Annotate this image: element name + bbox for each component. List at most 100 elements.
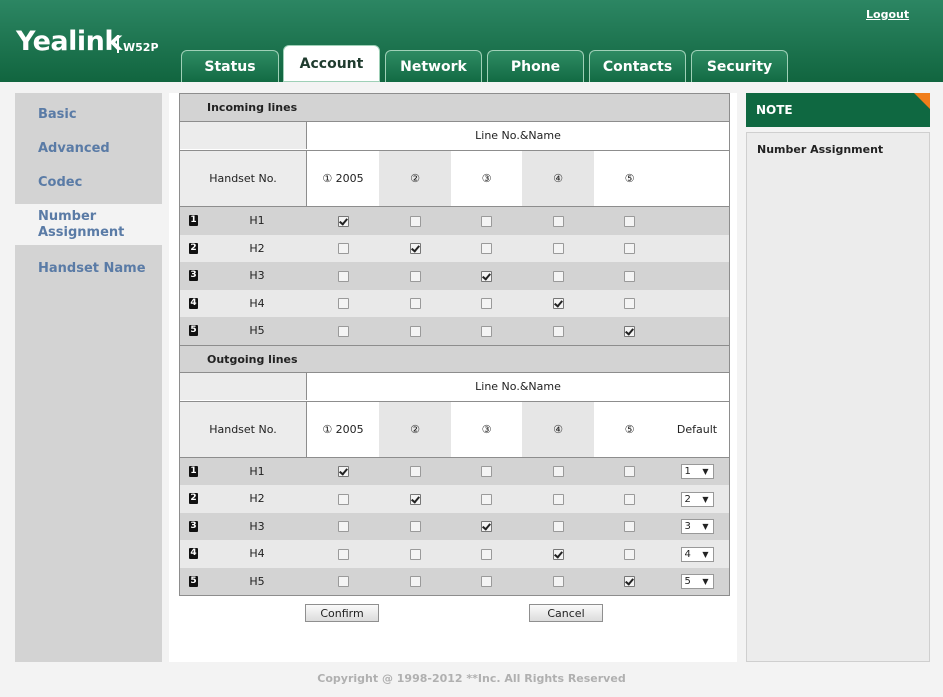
checkbox-cell xyxy=(307,485,379,513)
line-checkbox[interactable] xyxy=(481,243,492,254)
line-checkbox[interactable] xyxy=(481,466,492,477)
line-checkbox[interactable] xyxy=(552,548,564,560)
default-line-value: 3 xyxy=(684,521,691,532)
line-checkbox[interactable] xyxy=(552,215,564,227)
default-line-select[interactable]: 1 ▼ xyxy=(680,464,714,479)
checkbox-cell xyxy=(307,317,379,345)
incoming-header-row: Line No.&Name xyxy=(180,122,729,151)
checkbox-cell xyxy=(451,540,522,568)
line-checkbox[interactable] xyxy=(481,548,492,560)
line-checkbox[interactable] xyxy=(409,576,421,587)
checkbox-cell xyxy=(451,568,522,596)
line-checkbox[interactable] xyxy=(624,215,635,227)
checkbox-cell xyxy=(307,290,379,318)
default-line-select[interactable]: 3 ▼ xyxy=(680,519,714,534)
line-checkbox[interactable] xyxy=(552,298,564,309)
line-checkbox[interactable] xyxy=(624,325,635,337)
tab-network[interactable]: Network xyxy=(385,50,482,82)
handset-no-header: Handset No. xyxy=(180,151,307,206)
line-checkbox[interactable] xyxy=(481,325,492,337)
line-checkbox[interactable] xyxy=(624,270,635,282)
tab-phone[interactable]: Phone xyxy=(487,50,584,82)
line-checkbox[interactable] xyxy=(337,548,349,560)
default-line-value: 2 xyxy=(684,493,691,505)
line-checkbox[interactable] xyxy=(481,298,492,309)
line-checkbox[interactable] xyxy=(409,270,421,282)
tab-security[interactable]: Security xyxy=(691,50,788,82)
line-name-header: Line No.&Name xyxy=(475,379,561,393)
line-checkbox[interactable] xyxy=(409,493,421,505)
default-line-select[interactable]: 5 ▼ xyxy=(680,574,714,589)
line-checkbox[interactable] xyxy=(552,493,564,505)
line-checkbox[interactable] xyxy=(552,270,564,282)
sidebar-item-number-assignment[interactable]: Number Assignment xyxy=(15,204,162,245)
checkbox-cell xyxy=(379,540,451,568)
line-checkbox[interactable] xyxy=(337,270,349,282)
sidebar-item-label: Number Assignment xyxy=(38,209,125,240)
line-checkbox[interactable] xyxy=(481,270,492,282)
checkbox-cell xyxy=(451,485,522,513)
line-checkbox[interactable] xyxy=(624,521,635,532)
line-checkbox[interactable] xyxy=(552,576,564,587)
line-checkbox[interactable] xyxy=(409,466,421,477)
line-checkbox[interactable] xyxy=(337,243,349,254)
line-checkbox[interactable] xyxy=(624,548,635,560)
header-bar: Yealink W52P Logout Status Account Netwo… xyxy=(0,0,943,82)
handset-number-badge: 4 xyxy=(189,548,198,559)
line-3-header: ③ xyxy=(481,172,492,185)
line-checkbox[interactable] xyxy=(481,521,492,532)
tab-status[interactable]: Status xyxy=(181,50,279,82)
handset-no-header: Handset No. xyxy=(180,401,307,457)
checkbox-cell xyxy=(379,458,451,486)
line-checkbox[interactable] xyxy=(337,521,349,532)
handset-label: H3 xyxy=(249,519,265,533)
line-checkbox[interactable] xyxy=(337,215,349,227)
tab-contacts[interactable]: Contacts xyxy=(589,50,686,82)
line-checkbox[interactable] xyxy=(337,298,349,309)
line-checkbox[interactable] xyxy=(337,466,349,477)
checkbox-cell xyxy=(307,540,379,568)
line-checkbox[interactable] xyxy=(337,325,349,337)
empty-cell xyxy=(665,235,729,263)
handset-number-badge: 1 xyxy=(189,215,198,226)
checkbox-cell xyxy=(379,317,451,345)
line-checkbox[interactable] xyxy=(481,493,492,505)
handset-number-badge: 2 xyxy=(189,493,198,504)
handset-label: H1 xyxy=(249,214,265,227)
tab-account[interactable]: Account xyxy=(283,45,380,82)
line-checkbox[interactable] xyxy=(624,298,635,309)
checkbox-cell xyxy=(522,513,594,541)
line-checkbox[interactable] xyxy=(409,298,421,309)
cancel-button[interactable]: Cancel xyxy=(529,604,603,622)
line-checkbox[interactable] xyxy=(409,521,421,532)
checkbox-cell xyxy=(379,235,451,263)
line-checkbox[interactable] xyxy=(552,243,564,254)
default-cell: 2 ▼ xyxy=(665,485,729,513)
sidebar-item-advanced[interactable]: Advanced xyxy=(38,141,110,156)
line-checkbox[interactable] xyxy=(552,466,564,477)
line-checkbox[interactable] xyxy=(481,215,492,227)
line-checkbox[interactable] xyxy=(337,576,349,587)
handset-number-badge: 1 xyxy=(189,465,198,477)
confirm-button[interactable]: Confirm xyxy=(305,604,379,622)
sidebar-item-basic[interactable]: Basic xyxy=(38,107,77,122)
line-checkbox[interactable] xyxy=(552,521,564,532)
line-checkbox[interactable] xyxy=(624,466,635,477)
line-checkbox[interactable] xyxy=(481,576,492,587)
line-checkbox[interactable] xyxy=(624,493,635,505)
line-checkbox[interactable] xyxy=(624,576,635,587)
sidebar-item-handset-name[interactable]: Handset Name xyxy=(38,261,146,276)
sidebar-item-codec[interactable]: Codec xyxy=(38,175,82,190)
line-checkbox[interactable] xyxy=(337,493,349,505)
default-line-select[interactable]: 2 ▼ xyxy=(680,491,714,507)
line-checkbox[interactable] xyxy=(409,548,421,560)
line-checkbox[interactable] xyxy=(552,325,564,337)
default-line-select[interactable]: 4 ▼ xyxy=(680,546,714,562)
line-checkbox[interactable] xyxy=(409,243,421,254)
logout-link[interactable]: Logout xyxy=(866,8,909,21)
line-checkbox[interactable] xyxy=(409,325,421,337)
brand-logo: Yealink xyxy=(16,26,122,57)
line-checkbox[interactable] xyxy=(624,243,635,254)
default-cell: 3 ▼ xyxy=(665,513,729,541)
line-checkbox[interactable] xyxy=(409,215,421,227)
